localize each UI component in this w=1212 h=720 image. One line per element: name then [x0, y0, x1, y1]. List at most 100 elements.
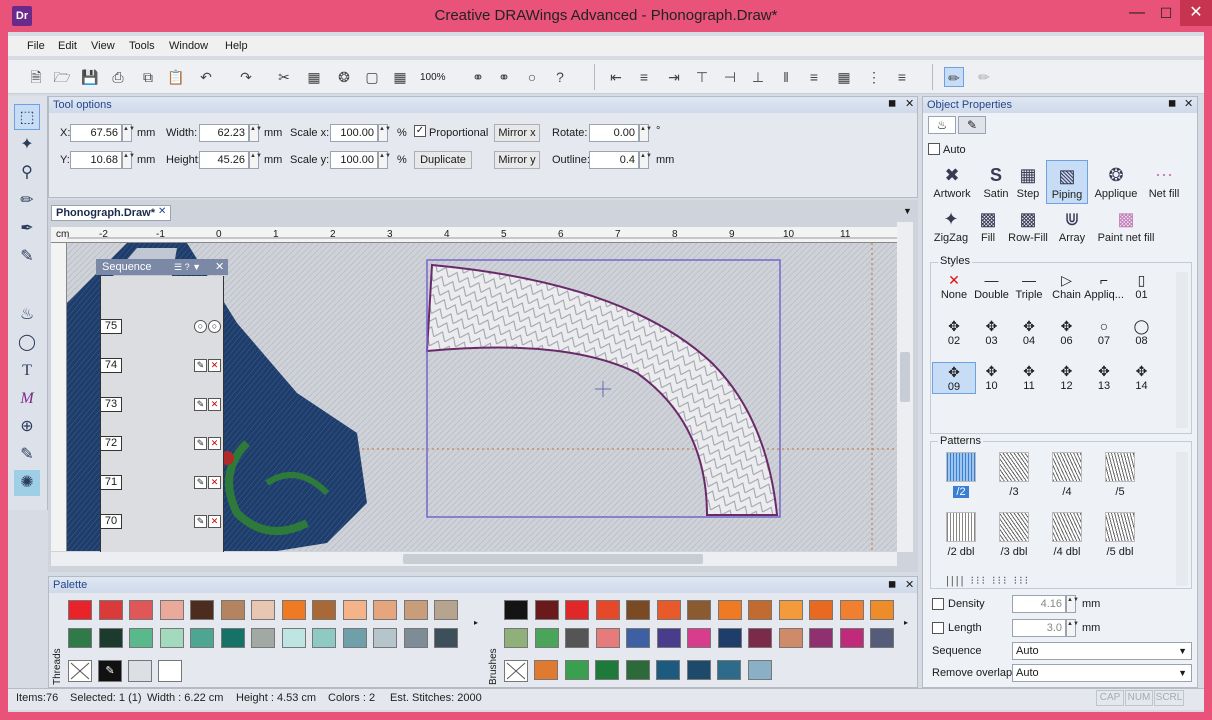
brush-swatch[interactable]: [717, 628, 742, 648]
sequence-item-number[interactable]: 70: [100, 514, 122, 529]
vertical-scrollbar[interactable]: [897, 222, 913, 552]
sequence-item-link-icon[interactable]: ○: [208, 320, 221, 333]
scale-x-input[interactable]: 100.00: [330, 124, 378, 142]
thread-swatch[interactable]: [68, 600, 92, 620]
open-file-icon[interactable]: 🗁: [52, 67, 72, 87]
auto-checkbox[interactable]: [928, 143, 940, 155]
duplicate-button[interactable]: Duplicate: [414, 151, 472, 169]
document-tab[interactable]: Phonograph.Draw*: [51, 205, 171, 221]
length-spinner[interactable]: ▲▼: [1066, 619, 1079, 637]
pattern-option[interactable]: /4: [1040, 452, 1094, 498]
type-paint-netfill-button[interactable]: ▩ Paint net fill: [1094, 206, 1158, 244]
brush-swatch[interactable]: [717, 660, 741, 680]
monogram-tool-icon[interactable]: M: [14, 386, 40, 412]
thread-swatch[interactable]: [342, 600, 367, 620]
print-icon[interactable]: ⎙: [108, 67, 128, 87]
brush-swatch[interactable]: [595, 600, 620, 620]
tab-dropdown-icon[interactable]: ▼: [903, 206, 912, 216]
space-v-icon[interactable]: ≡: [892, 67, 912, 87]
close-panel-icon[interactable]: ✕: [905, 97, 914, 110]
brush-swatch[interactable]: [809, 600, 833, 620]
brush-swatch[interactable]: [656, 628, 681, 648]
type-fill-button[interactable]: ▩ Fill: [974, 206, 1002, 244]
thread-swatch[interactable]: [373, 628, 397, 648]
thread-swatch[interactable]: [281, 628, 306, 648]
scale-x-spinner[interactable]: ▲▼: [378, 124, 391, 142]
hoop-icon[interactable]: ▢: [362, 67, 382, 87]
thread-swatch[interactable]: [98, 600, 123, 620]
sequence-item-edit-icon[interactable]: ✎: [194, 515, 207, 528]
sequence-item-number[interactable]: 74: [100, 358, 122, 373]
thread-swatch[interactable]: [129, 628, 153, 648]
type-zigzag-button[interactable]: ✦ ZigZag: [930, 206, 972, 244]
align-middle-icon[interactable]: ⊣: [720, 67, 740, 87]
type-array-button[interactable]: ⋓ Array: [1054, 206, 1090, 244]
design-mode-icon[interactable]: ✏: [944, 67, 964, 87]
redo-icon[interactable]: ↷: [236, 67, 256, 87]
menu-window[interactable]: Window: [169, 40, 208, 52]
thread-swatch[interactable]: [403, 600, 428, 620]
thread-swatch[interactable]: [220, 628, 245, 648]
pen-tool-icon[interactable]: ✒: [14, 216, 40, 242]
sequence-item-delete-icon[interactable]: ✕: [208, 515, 221, 528]
table-icon[interactable]: ▦: [390, 67, 410, 87]
style-option[interactable]: ✥ 14: [1120, 362, 1164, 392]
thread-swatch[interactable]: [129, 600, 153, 620]
brush-swatch[interactable]: [656, 600, 681, 620]
brush-swatch[interactable]: [565, 628, 589, 648]
text-tool-icon[interactable]: T: [14, 358, 40, 384]
magic-wand-icon[interactable]: ✺: [14, 470, 40, 496]
fill-tab-icon[interactable]: ♨: [928, 116, 956, 134]
stitch-mode-icon[interactable]: ✏: [974, 67, 994, 87]
horizontal-scrollbar[interactable]: [51, 552, 897, 566]
brush-swatch[interactable]: [870, 628, 894, 648]
scale-y-input[interactable]: 100.00: [330, 151, 378, 169]
brush-swatch[interactable]: [504, 600, 528, 620]
grid-align-icon[interactable]: ▦: [834, 67, 854, 87]
object-properties-close-icon[interactable]: ✕: [1184, 97, 1193, 110]
brush-swatch[interactable]: [747, 660, 772, 680]
type-satin-button[interactable]: S Satin: [976, 162, 1016, 200]
brush-swatch[interactable]: [839, 600, 864, 620]
brush-swatch[interactable]: [626, 628, 650, 648]
help-pointer-icon[interactable]: ?: [550, 67, 570, 87]
sequence-item-edit-icon[interactable]: ✎: [194, 476, 207, 489]
style-option[interactable]: ◯ 08: [1120, 317, 1164, 347]
node-edit-icon[interactable]: ✦: [14, 132, 40, 158]
sequence-item-delete-icon[interactable]: ✕: [208, 359, 221, 372]
brush-swatch[interactable]: [534, 660, 558, 680]
eyedropper-icon[interactable]: ✎: [14, 442, 40, 468]
brush-swatch[interactable]: [625, 660, 650, 680]
menu-tools[interactable]: Tools: [129, 40, 155, 52]
x-spinner[interactable]: ▲▼: [122, 124, 135, 142]
color-wheel-icon[interactable]: ❂: [334, 67, 354, 87]
sequence-item-link-icon[interactable]: ○: [194, 320, 207, 333]
close-button[interactable]: ✕: [1180, 0, 1212, 26]
brush-swatch[interactable]: [686, 660, 711, 680]
pattern-option[interactable]: /2: [934, 452, 988, 498]
mirror-y-button[interactable]: Mirror y: [494, 151, 540, 169]
measure-icon[interactable]: ✏: [14, 188, 40, 214]
crosshair-tool-icon[interactable]: ⊕: [14, 414, 40, 440]
x-input[interactable]: 67.56: [70, 124, 122, 142]
sequence-item-delete-icon[interactable]: ✕: [208, 476, 221, 489]
menu-edit[interactable]: Edit: [58, 40, 77, 52]
horizontal-scroll-thumb[interactable]: [403, 554, 703, 564]
align-left-icon[interactable]: ⇤: [606, 67, 626, 87]
threads-tab[interactable]: Threads: [52, 648, 63, 685]
thread-swatch[interactable]: [98, 628, 123, 648]
thread-swatch[interactable]: [220, 600, 245, 620]
brush-swatch[interactable]: [839, 628, 864, 648]
grid-icon[interactable]: ▦: [304, 67, 324, 87]
thread-swatch[interactable]: [68, 628, 92, 648]
brush-swatch[interactable]: [656, 660, 680, 680]
width-input[interactable]: 62.23: [199, 124, 249, 142]
no-brush-swatch[interactable]: [504, 660, 528, 682]
pattern-option[interactable]: /5 dbl: [1093, 512, 1147, 558]
pattern-option[interactable]: /5: [1093, 452, 1147, 498]
threads-scroll-arrow-icon[interactable]: ▸: [474, 618, 478, 627]
save-icon[interactable]: 💾: [80, 67, 100, 87]
thread-swatch[interactable]: [190, 600, 214, 620]
zoom-level[interactable]: 100%: [420, 72, 446, 83]
pencil-tool-icon[interactable]: ✎: [14, 244, 40, 270]
